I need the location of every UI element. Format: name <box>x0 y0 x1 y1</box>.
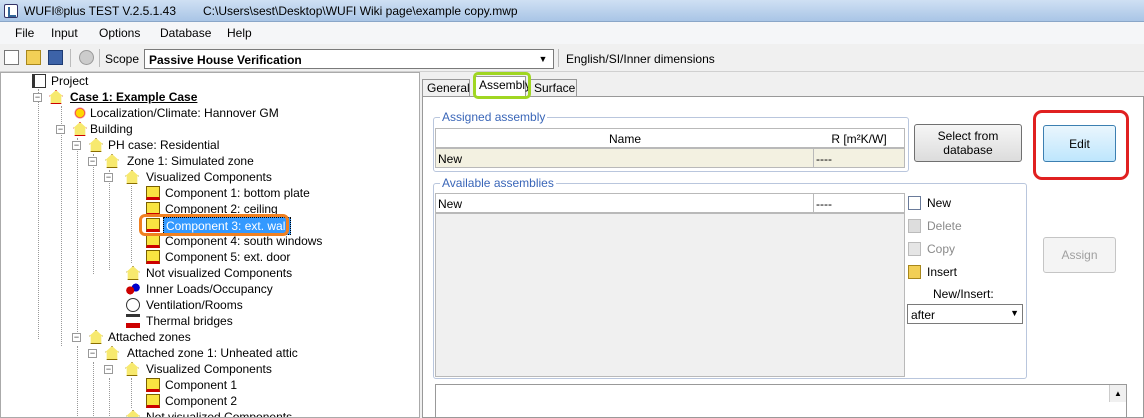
collapse-icon[interactable]: − <box>104 173 113 182</box>
insert-position-select[interactable]: after ▼ <box>907 304 1023 324</box>
description-box[interactable]: ▲ <box>435 384 1127 418</box>
title-bar: WUFI®plus TEST V.2.5.1.43 C:\Users\sest\… <box>0 0 1144 22</box>
tab-general[interactable]: General <box>422 79 470 97</box>
toolbar-separator <box>70 49 71 67</box>
menu-database[interactable]: Database <box>160 26 211 40</box>
collapse-icon[interactable]: − <box>33 93 42 102</box>
menu-bar: File Input Options Database Help <box>0 22 1144 44</box>
column-name: Name <box>608 132 641 146</box>
tree-guide <box>93 362 94 417</box>
scope-label: Scope <box>105 52 140 66</box>
edit-button[interactable]: Edit <box>1043 125 1116 162</box>
insert-icon <box>908 265 921 279</box>
house-icon <box>125 170 139 184</box>
house-icon <box>89 138 103 152</box>
assigned-row-name[interactable]: New <box>435 148 814 168</box>
collapse-icon[interactable]: − <box>72 141 81 150</box>
insert-position-value: after <box>911 308 936 322</box>
house-icon <box>125 362 139 376</box>
column-r-value: R [m²K/W] <box>831 132 887 146</box>
zone-icon <box>105 154 119 168</box>
save-icon[interactable] <box>48 50 63 65</box>
thermal-bridge-icon <box>126 314 140 328</box>
tab-highlight <box>473 72 531 99</box>
group-title: Assigned assembly <box>440 110 548 124</box>
chevron-down-icon[interactable]: ▼ <box>535 51 551 67</box>
menu-options[interactable]: Options <box>99 26 140 40</box>
case-house-icon <box>49 90 63 104</box>
house-icon <box>126 266 140 280</box>
tab-surface[interactable]: Surface <box>529 79 577 97</box>
app-icon <box>4 4 18 18</box>
tree-guide <box>109 378 110 417</box>
collapse-icon[interactable]: − <box>104 365 113 374</box>
menu-help[interactable]: Help <box>227 26 252 40</box>
tree-guide <box>131 378 132 408</box>
project-icon <box>32 74 46 88</box>
available-grid-empty <box>435 213 905 377</box>
menu-input[interactable]: Input <box>51 26 78 40</box>
available-row-name[interactable]: New <box>435 193 814 213</box>
ventilation-icon <box>126 298 140 312</box>
scissors-icon <box>908 219 921 233</box>
window-title: WUFI®plus TEST V.2.5.1.43 <box>24 4 177 18</box>
component-icon <box>146 234 160 248</box>
toolbar-separator <box>558 49 559 67</box>
assign-button[interactable]: Assign <box>1043 237 1116 273</box>
collapse-icon[interactable]: − <box>56 125 65 134</box>
assigned-grid-header: Name R [m²K/W] <box>435 128 905 148</box>
house-icon <box>126 410 140 417</box>
menu-file[interactable]: File <box>15 26 34 40</box>
collapse-icon[interactable]: − <box>72 333 81 342</box>
tree-guide <box>131 186 132 263</box>
project-tree[interactable]: Project − Case 1: Example Case Localizat… <box>0 72 420 418</box>
file-path: C:\Users\sest\Desktop\WUFI Wiki page\exa… <box>203 4 518 18</box>
collapse-icon[interactable]: − <box>88 349 97 358</box>
chevron-down-icon[interactable]: ▼ <box>1010 308 1019 318</box>
new-file-icon[interactable] <box>4 50 19 65</box>
units-label: English/SI/Inner dimensions <box>566 52 715 66</box>
building-icon <box>73 122 87 136</box>
loads-icon <box>126 282 140 296</box>
tree-guide <box>38 89 39 339</box>
toolbar-separator <box>99 49 100 67</box>
house-icon <box>89 330 103 344</box>
component-icon <box>146 186 160 200</box>
tree-guide <box>61 106 62 346</box>
collapse-icon[interactable]: − <box>88 157 97 166</box>
tree-guide <box>77 346 78 416</box>
scope-value: Passive House Verification <box>149 53 302 67</box>
selection-highlight <box>139 214 289 236</box>
help-icon[interactable] <box>79 50 94 65</box>
tree-guide <box>77 138 78 338</box>
attic-icon <box>105 346 119 360</box>
copy-icon <box>908 242 921 256</box>
open-folder-icon[interactable] <box>26 50 41 65</box>
assigned-row-r[interactable]: ---- <box>813 148 905 168</box>
group-title: Available assemblies <box>440 176 556 190</box>
new-document-icon <box>908 196 921 210</box>
component-icon <box>146 250 160 264</box>
scope-select[interactable]: Passive House Verification ▼ <box>144 49 554 69</box>
new-insert-label: New/Insert: <box>933 287 994 301</box>
select-from-database-button[interactable]: Select from database <box>914 124 1022 162</box>
tree-guide <box>109 170 110 270</box>
available-row-r[interactable]: ---- <box>813 193 905 213</box>
component-icon <box>146 394 160 408</box>
sun-icon <box>73 106 87 120</box>
scroll-up-icon[interactable]: ▲ <box>1109 385 1126 402</box>
tree-guide <box>93 154 94 274</box>
component-icon <box>146 378 160 392</box>
